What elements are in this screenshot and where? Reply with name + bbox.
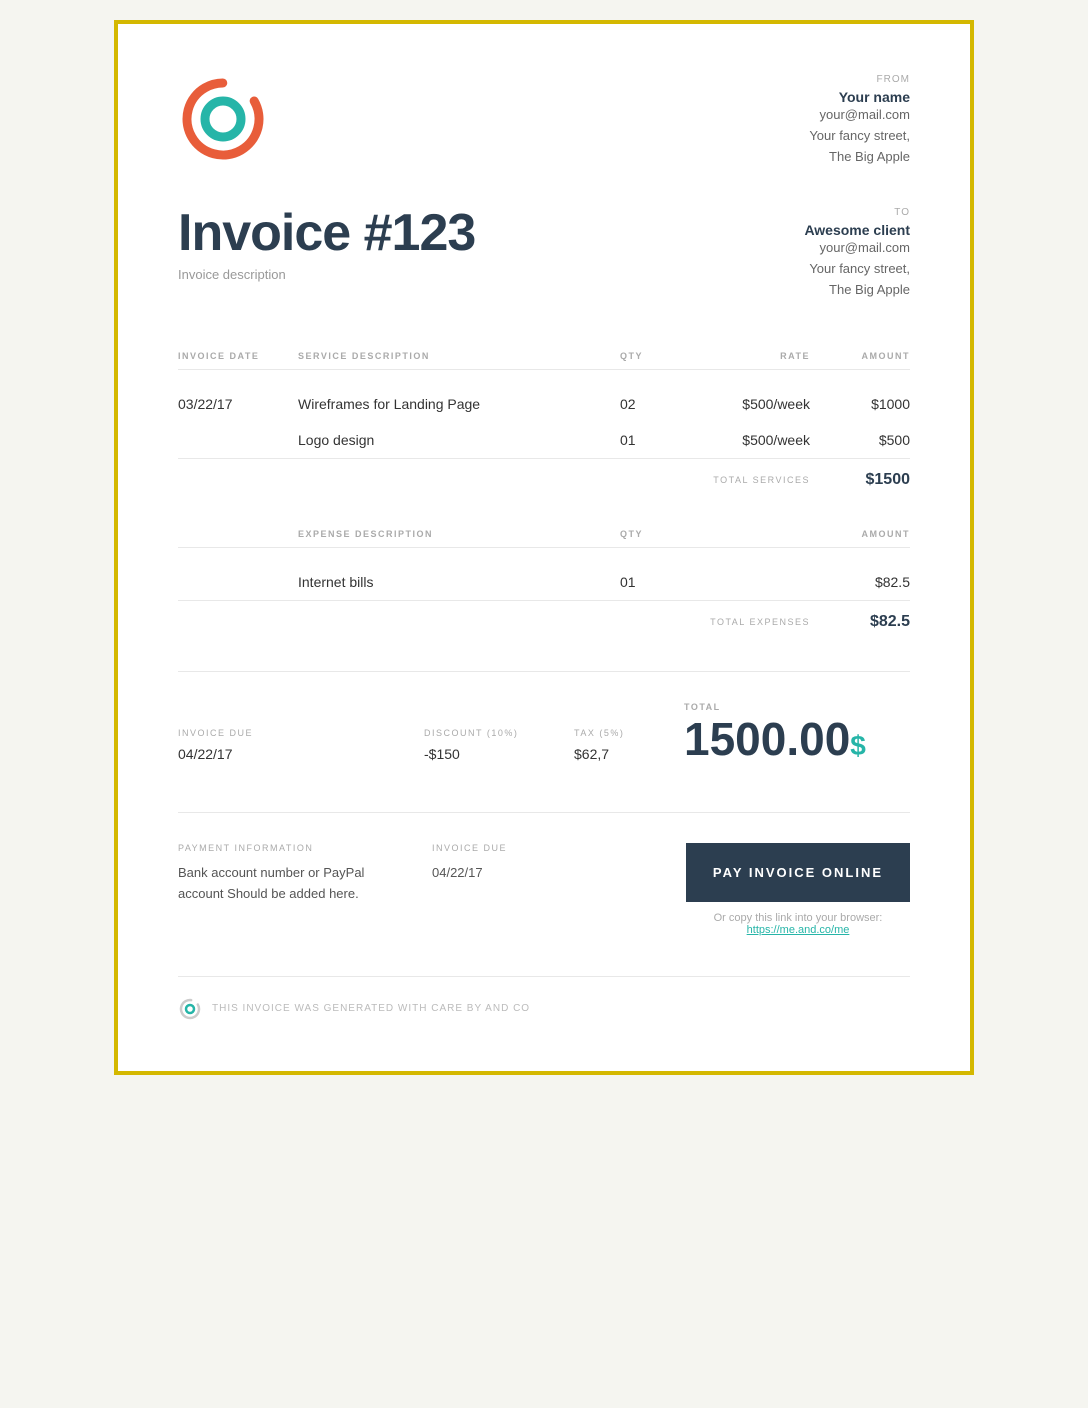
th-expense-amount: AMOUNT: [810, 529, 910, 539]
summary-total-value: 1500.00$: [684, 716, 910, 762]
title-section: Invoice #123 Invoice description TO Awes…: [178, 207, 910, 300]
summary-due-col: INVOICE DUE 04/22/17: [178, 728, 404, 762]
invoice-footer: THIS INVOICE WAS GENERATED WITH CARE BY …: [178, 976, 910, 1021]
to-city: The Big Apple: [804, 280, 910, 301]
expense-qty-1: 01: [620, 574, 700, 590]
invoice-description: Invoice description: [178, 267, 475, 282]
expenses-total-label: TOTAL EXPENSES: [700, 613, 810, 631]
payment-due-col: INVOICE DUE 04/22/17: [432, 843, 656, 884]
summary-due-label: INVOICE DUE: [178, 728, 404, 738]
from-city: The Big Apple: [809, 147, 910, 168]
service-qty-2: 01: [620, 432, 700, 448]
invoice-title-block: Invoice #123 Invoice description: [178, 207, 475, 282]
from-block: FROM Your name your@mail.com Your fancy …: [809, 74, 910, 167]
to-name: Awesome client: [804, 222, 910, 238]
th-rate: RATE: [700, 351, 810, 361]
to-label: TO: [804, 207, 910, 218]
payment-info-label: PAYMENT INFORMATION: [178, 843, 402, 853]
summary-discount-col: DISCOUNT (10%) -$150: [424, 728, 554, 762]
expense-desc-1: Internet bills: [298, 574, 620, 590]
th-amount: AMOUNT: [810, 351, 910, 361]
service-date: 03/22/17: [178, 396, 298, 412]
th-expense-amount-label: [700, 529, 810, 539]
summary-grid: INVOICE DUE 04/22/17 DISCOUNT (10%) -$15…: [178, 702, 910, 762]
service-row-1: 03/22/17 Wireframes for Landing Page 02 …: [178, 386, 910, 422]
service-desc-2: Logo design: [298, 432, 620, 448]
payment-due-label: INVOICE DUE: [432, 843, 656, 853]
summary-total-col: TOTAL 1500.00$: [684, 702, 910, 762]
from-email: your@mail.com: [809, 105, 910, 126]
expense-rate-empty: [700, 574, 810, 590]
expense-col-empty: [178, 574, 298, 590]
service-rate-2: $500/week: [700, 432, 810, 448]
service-row-2: Logo design 01 $500/week $500: [178, 422, 910, 458]
to-block: TO Awesome client your@mail.com Your fan…: [804, 207, 910, 300]
summary-due-date: 04/22/17: [178, 746, 404, 762]
expense-row-1: Internet bills 01 $82.5: [178, 564, 910, 600]
payment-info-text: Bank account number or PayPal account Sh…: [178, 863, 402, 905]
expenses-total-value: $82.5: [810, 613, 910, 631]
pay-link-prefix: Or copy this link into your browser:: [714, 912, 883, 924]
invoice-page: FROM Your name your@mail.com Your fancy …: [114, 20, 974, 1075]
th-expense-description: EXPENSE DESCRIPTION: [298, 529, 620, 539]
expenses-total-row: TOTAL EXPENSES $82.5: [178, 600, 910, 631]
services-table-header: INVOICE DATE SERVICE DESCRIPTION QTY RAT…: [178, 351, 910, 370]
service-amount-2: $500: [810, 432, 910, 448]
payment-info-col: PAYMENT INFORMATION Bank account number …: [178, 843, 402, 905]
from-street: Your fancy street,: [809, 126, 910, 147]
footer-text: THIS INVOICE WAS GENERATED WITH CARE BY …: [212, 1003, 530, 1014]
payment-due-date: 04/22/17: [432, 863, 656, 884]
service-amount-1: $1000: [810, 396, 910, 412]
expenses-section: EXPENSE DESCRIPTION QTY AMOUNT Internet …: [178, 529, 910, 631]
services-total-label: TOTAL SERVICES: [700, 471, 810, 489]
th-expense-qty: QTY: [620, 529, 700, 539]
summary-discount-value: -$150: [424, 746, 554, 762]
summary-discount-label: DISCOUNT (10%): [424, 728, 554, 738]
th-qty: QTY: [620, 351, 700, 361]
pay-invoice-button[interactable]: PAY INVOICE ONLINE: [686, 843, 910, 902]
service-rate-1: $500/week: [700, 396, 810, 412]
from-name: Your name: [809, 89, 910, 105]
summary-tax-label: TAX (5%): [574, 728, 664, 738]
summary-tax-col: TAX (5%) $62,7: [574, 728, 664, 762]
th-expense-empty: [178, 529, 298, 539]
invoice-title: Invoice #123: [178, 207, 475, 259]
services-section: INVOICE DATE SERVICE DESCRIPTION QTY RAT…: [178, 351, 910, 489]
to-email: your@mail.com: [804, 238, 910, 259]
summary-section: INVOICE DUE 04/22/17 DISCOUNT (10%) -$15…: [178, 671, 910, 762]
pay-link-url[interactable]: https://me.and.co/me: [747, 924, 850, 936]
invoice-header: FROM Your name your@mail.com Your fancy …: [178, 74, 910, 167]
summary-total-label: TOTAL: [684, 702, 910, 712]
from-label: FROM: [809, 74, 910, 85]
th-invoice-date: INVOICE DATE: [178, 351, 298, 361]
summary-tax-value: $62,7: [574, 746, 664, 762]
services-total-row: TOTAL SERVICES $1500: [178, 458, 910, 489]
payment-action-col: PAY INVOICE ONLINE Or copy this link int…: [686, 843, 910, 936]
service-qty-1: 02: [620, 396, 700, 412]
to-street: Your fancy street,: [804, 259, 910, 280]
th-service-description: SERVICE DESCRIPTION: [298, 351, 620, 361]
total-currency: $: [850, 730, 866, 761]
services-total-value: $1500: [810, 471, 910, 489]
service-desc-1: Wireframes for Landing Page: [298, 396, 620, 412]
total-whole: 1500.00: [684, 713, 850, 765]
pay-link-text: Or copy this link into your browser: htt…: [686, 912, 910, 936]
company-logo: [178, 74, 268, 164]
payment-section: PAYMENT INFORMATION Bank account number …: [178, 812, 910, 936]
expenses-table-header: EXPENSE DESCRIPTION QTY AMOUNT: [178, 529, 910, 548]
service-date-empty: [178, 432, 298, 448]
footer-logo-icon: [178, 997, 202, 1021]
expense-amount-1: $82.5: [810, 574, 910, 590]
